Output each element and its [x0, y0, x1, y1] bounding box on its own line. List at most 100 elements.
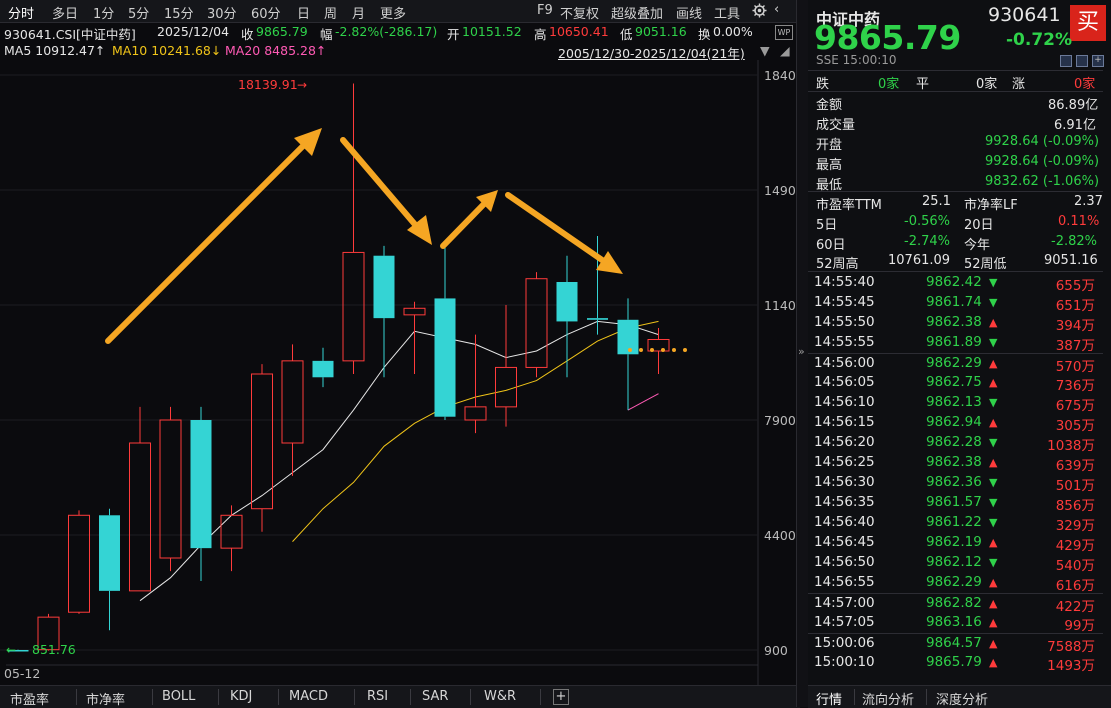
tick-price: 9862.38: [926, 314, 982, 330]
tab-week[interactable]: 周: [324, 3, 337, 22]
candle-body: [464, 406, 487, 421]
tick-time: 14:56:05: [814, 374, 875, 390]
dropdown-triangle-icon[interactable]: ▼: [760, 43, 770, 58]
tab-wr[interactable]: W&R: [484, 689, 516, 704]
candle-body: [342, 251, 365, 362]
tick-row[interactable]: 14:55:55 9861.89 ▼ 387万: [808, 333, 1103, 354]
tick-volume: 655万: [1055, 278, 1095, 294]
tick-list[interactable]: 14:55:40 9862.42 ▼ 655万 14:55:45 9861.74 ▼ 651万…: [808, 273, 1111, 683]
indicator-tabs: 市盈率 市净率 BOLL KDJ MACD RSI SAR W&R +: [0, 685, 800, 708]
tick-row[interactable]: 14:57:05 9863.16 ▲ 99万: [808, 613, 1103, 634]
tools-button[interactable]: 工具: [714, 3, 740, 22]
tab-pe[interactable]: 市盈率: [10, 689, 49, 708]
tick-price: 9865.79: [926, 654, 982, 670]
window-icon[interactable]: [1076, 55, 1088, 67]
buy-button[interactable]: 买: [1070, 5, 1106, 41]
tick-row[interactable]: 14:56:10 9862.13 ▼ 675万: [808, 393, 1103, 414]
tick-row[interactable]: 14:56:15 9862.94 ▲ 305万: [808, 413, 1103, 434]
tick-row[interactable]: 14:56:30 9862.36 ▼ 501万: [808, 473, 1103, 494]
wp-icon[interactable]: WP: [775, 25, 793, 40]
overlay-button[interactable]: 超级叠加: [611, 3, 663, 22]
tab-sar[interactable]: SAR: [422, 689, 448, 704]
tick-row[interactable]: 14:56:50 9862.12 ▼ 540万: [808, 553, 1103, 574]
tab-more[interactable]: 更多: [380, 3, 406, 22]
quote-panel: 中证中药 930641 买 9865.79 -0.72% SSE 15:00:1…: [808, 0, 1111, 708]
candle: [99, 508, 120, 631]
tab-multiday[interactable]: 多日: [52, 3, 78, 22]
open-label: 开: [447, 27, 460, 42]
edit-icon[interactable]: [1060, 55, 1072, 67]
tick-row[interactable]: 14:56:00 9862.29 ▲ 570万: [808, 353, 1103, 375]
tab-month[interactable]: 月: [352, 3, 365, 22]
up-label: 涨: [1012, 77, 1026, 92]
arrow-down-icon: ▼: [989, 336, 998, 349]
tick-row[interactable]: 15:00:06 9864.57 ▲ 7588万: [808, 633, 1103, 655]
tick-price: 9862.13: [926, 394, 982, 410]
chevron-left-icon[interactable]: ‹: [774, 2, 779, 17]
min-price-label: 851.76: [32, 642, 76, 657]
tick-row[interactable]: 14:56:40 9861.22 ▼ 329万: [808, 513, 1103, 534]
d20-value: 0.11%: [1058, 214, 1100, 229]
tab-rsi[interactable]: RSI: [367, 689, 388, 704]
quote-line: 930641.CSI[中证中药] 2025/12/04 收 9865.79 幅 …: [0, 22, 800, 42]
tick-row[interactable]: 14:56:05 9862.75 ▲ 736万: [808, 373, 1103, 394]
d5-label: 5日: [816, 218, 838, 233]
tab-depth-analysis[interactable]: 深度分析: [936, 689, 988, 708]
tick-row[interactable]: 14:55:50 9862.38 ▲ 394万: [808, 313, 1103, 334]
tab-timeshare[interactable]: 分时: [8, 3, 34, 22]
volume-label: 成交量: [816, 118, 856, 133]
draw-button[interactable]: 画线: [676, 3, 702, 22]
price-change-pct: -0.72%: [1006, 30, 1073, 50]
tick-row[interactable]: 14:56:25 9862.38 ▲ 639万: [808, 453, 1103, 474]
add-indicator-button[interactable]: +: [553, 689, 569, 705]
tab-60min[interactable]: 60分: [251, 3, 281, 22]
tab-boll[interactable]: BOLL: [162, 689, 195, 704]
tab-quote[interactable]: 行情: [816, 689, 842, 708]
tick-row[interactable]: 14:56:55 9862.29 ▲ 616万: [808, 573, 1103, 594]
open-label-panel: 开盘: [816, 138, 843, 153]
candle-body: [373, 255, 395, 319]
tab-15min[interactable]: 15分: [164, 3, 194, 22]
arrow-down-icon: ▼: [989, 396, 998, 409]
tab-flow-analysis[interactable]: 流向分析: [862, 689, 914, 708]
tick-volume: 99万: [1064, 618, 1095, 634]
f9-button[interactable]: F9: [537, 3, 553, 18]
tab-30min[interactable]: 30分: [207, 3, 237, 22]
tick-time: 14:56:55: [814, 574, 875, 590]
tick-row[interactable]: 15:00:10 9865.79 ▲ 1493万: [808, 653, 1103, 674]
candle: [190, 406, 212, 581]
tick-price: 9862.36: [926, 474, 982, 490]
no-adjust-button[interactable]: 不复权: [560, 3, 599, 22]
add-watch-icon[interactable]: +: [1092, 55, 1104, 67]
tick-volume: 856万: [1055, 498, 1095, 514]
up-count: 0家: [1074, 77, 1096, 92]
d60-label: 60日: [816, 238, 846, 253]
collapse-triangle-icon[interactable]: ◢: [780, 43, 790, 58]
tab-5min[interactable]: 5分: [128, 3, 149, 22]
tab-macd[interactable]: MACD: [289, 689, 328, 704]
candle: [525, 272, 548, 378]
low52-value: 9051.16: [1044, 253, 1098, 268]
tab-day[interactable]: 日: [297, 3, 310, 22]
tab-1min[interactable]: 1分: [93, 3, 114, 22]
tick-row[interactable]: 14:56:35 9861.57 ▼ 856万: [808, 493, 1103, 514]
tab-pb[interactable]: 市净率: [86, 689, 125, 708]
kline-chart[interactable]: 18400149001140079004400900 18139.91 → ← …: [0, 60, 796, 685]
candle-body: [312, 360, 334, 378]
max-price-label: 18139.91: [238, 77, 298, 92]
tick-row[interactable]: 14:56:45 9862.19 ▲ 429万: [808, 533, 1103, 554]
arrow-up-icon: ▲: [989, 357, 998, 370]
candle: [281, 344, 304, 476]
tick-price: 9862.82: [926, 595, 982, 611]
tick-row[interactable]: 14:55:40 9862.42 ▼ 655万: [808, 273, 1103, 294]
tab-kdj[interactable]: KDJ: [230, 689, 252, 704]
y-tick-label: 4400: [764, 528, 796, 543]
tick-row[interactable]: 14:56:20 9862.28 ▼ 1038万: [808, 433, 1103, 454]
tick-row[interactable]: 14:57:00 9862.82 ▲ 422万: [808, 593, 1103, 615]
arrow-down-icon: ▼: [989, 476, 998, 489]
tick-row[interactable]: 14:55:45 9861.74 ▼ 651万: [808, 293, 1103, 314]
ma10-label: MA10 10241.68↓: [112, 43, 222, 58]
gear-icon[interactable]: [752, 3, 767, 18]
y-tick-label: 18400: [764, 68, 796, 83]
expand-icon[interactable]: »: [798, 345, 805, 358]
